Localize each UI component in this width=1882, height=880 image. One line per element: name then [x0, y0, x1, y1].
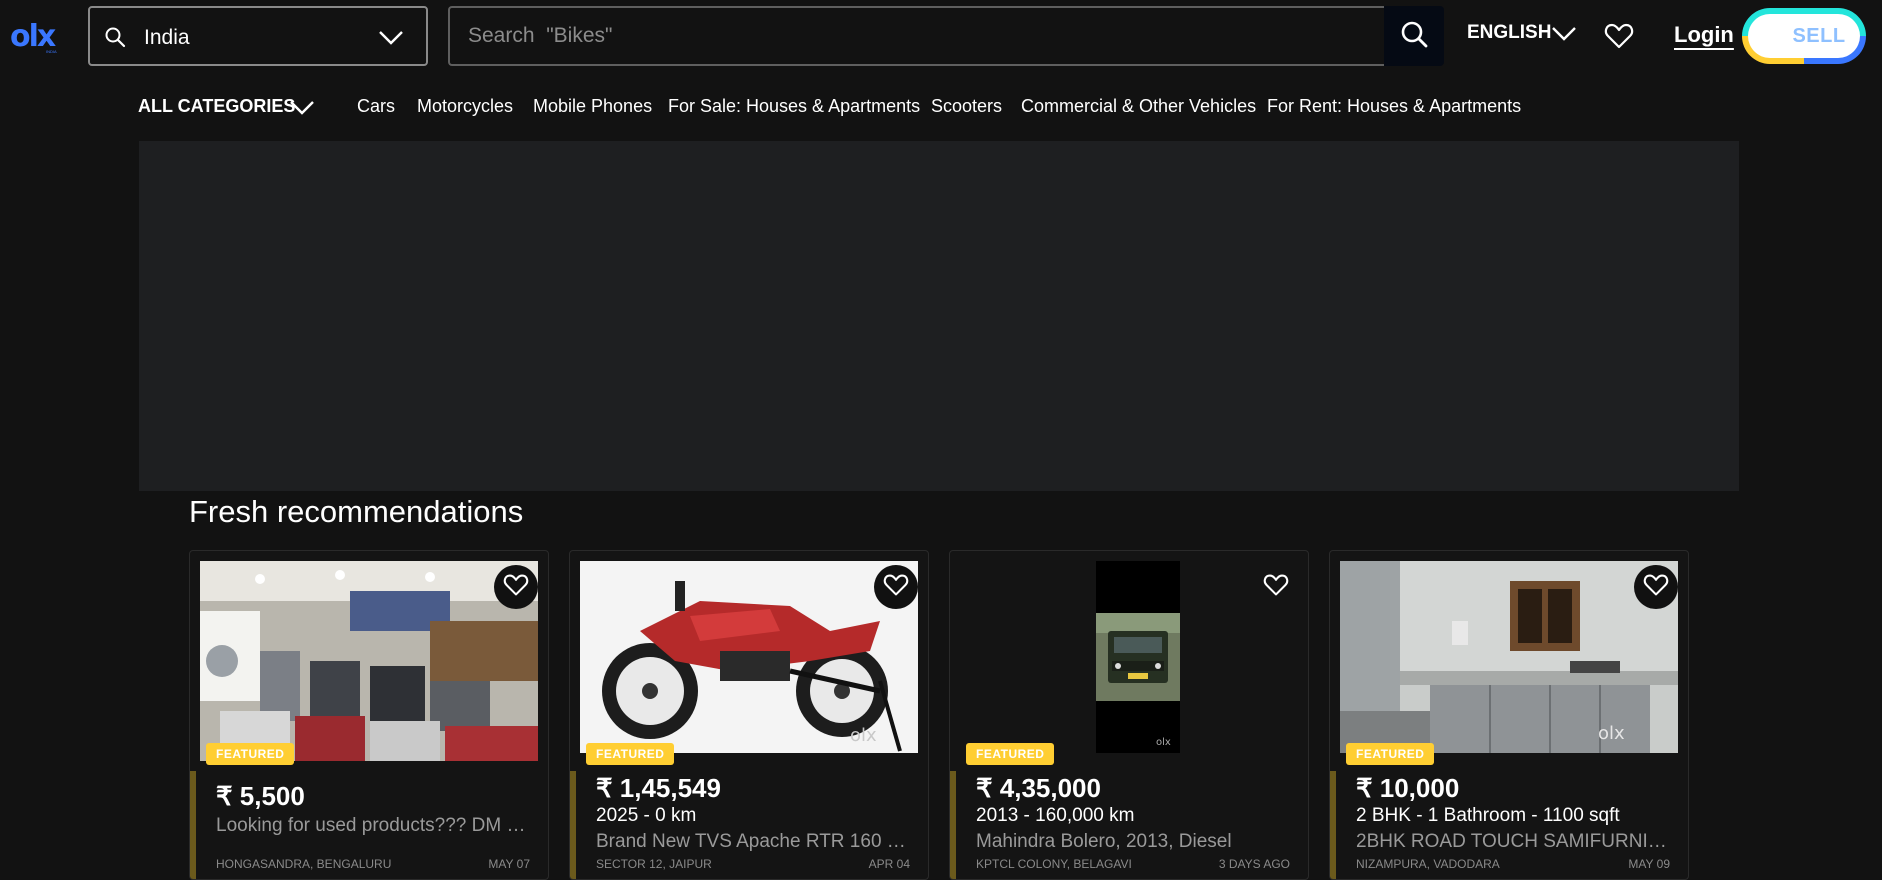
category-link-scooters[interactable]: Scooters: [931, 96, 1002, 117]
location-selector[interactable]: India: [88, 6, 428, 66]
category-link-mobile-phones[interactable]: Mobile Phones: [533, 96, 652, 117]
kitchen-icon: olx: [1340, 561, 1678, 753]
chevron-down-icon[interactable]: [1551, 26, 1577, 42]
heart-icon[interactable]: [1604, 22, 1634, 50]
category-link-motorcycles[interactable]: Motorcycles: [417, 96, 513, 117]
appliance-store-icon: [200, 561, 538, 761]
listing-price: ₹ 4,35,000: [976, 773, 1101, 803]
listing-subtitle: 2 BHK - 1 Bathroom - 1100 sqft: [1356, 805, 1620, 826]
listing-subtitle: 2025 - 0 km: [596, 805, 697, 826]
category-link-houses-sale[interactable]: For Sale: Houses & Apartments: [668, 96, 920, 117]
motorcycle-icon: olx: [580, 561, 918, 753]
listing-price: ₹ 5,500: [216, 781, 305, 811]
chevron-down-icon[interactable]: [289, 100, 315, 116]
language-selector[interactable]: ENGLISH: [1467, 22, 1551, 44]
olx-logo[interactable]: olx INDIA: [10, 22, 66, 55]
favorite-button[interactable]: [494, 565, 538, 609]
featured-badge: FEATURED: [586, 743, 675, 765]
category-link-cars[interactable]: Cars: [357, 96, 395, 117]
listing-description: Looking for used products??? DM me f...: [216, 815, 534, 836]
heart-icon: [503, 573, 529, 602]
category-link-commercial-vehicles[interactable]: Commercial & Other Vehicles: [1021, 96, 1256, 117]
listing-date: MAY 09: [1628, 857, 1670, 871]
search-button[interactable]: [1384, 6, 1444, 66]
featured-badge: FEATURED: [966, 743, 1055, 765]
logo-subtext: INDIA: [46, 49, 57, 54]
promo-banner[interactable]: [139, 141, 1739, 491]
listing-description: Mahindra Bolero, 2013, Diesel: [976, 831, 1232, 852]
search-icon: [104, 26, 126, 48]
favorite-button[interactable]: [1634, 565, 1678, 609]
top-header: olx INDIA India ENGLISH Login SELL: [0, 0, 1882, 72]
listing-card[interactable]: olx FEATURED ₹ 10,000 2 BHK - 1 Bathroom…: [1329, 550, 1689, 880]
listing-date: 3 DAYS AGO: [1218, 857, 1290, 871]
listing-price: ₹ 10,000: [1356, 773, 1460, 803]
search-input[interactable]: [468, 20, 1348, 52]
svg-text:olx: olx: [1156, 737, 1171, 748]
category-link-houses-rent[interactable]: For Rent: Houses & Apartments: [1267, 96, 1521, 117]
listing-date: APR 04: [868, 857, 910, 871]
heart-icon: [883, 573, 909, 602]
section-title: Fresh recommendations: [189, 494, 524, 529]
featured-strip: [190, 771, 196, 879]
listing-description: 2BHK ROAD TOUCH SAMIFURNISED H...: [1356, 831, 1674, 852]
favorite-button[interactable]: [874, 565, 918, 609]
svg-text:olx: olx: [1598, 723, 1625, 744]
category-nav: ALL CATEGORIES Cars Motorcycles Mobile P…: [0, 86, 1882, 126]
listing-card[interactable]: olx FEATURED ₹ 4,35,000 2013 - 160,000 k…: [949, 550, 1309, 880]
location-value: India: [144, 26, 190, 49]
listing-subtitle: 2013 - 160,000 km: [976, 805, 1135, 826]
svg-text:olx: olx: [850, 725, 877, 746]
search-bar: [448, 6, 1384, 66]
sell-button-inner: SELL: [1748, 14, 1860, 58]
all-categories-toggle[interactable]: ALL CATEGORIES: [138, 96, 295, 117]
featured-strip: [570, 771, 576, 879]
featured-strip: [950, 771, 956, 879]
featured-badge: FEATURED: [1346, 743, 1435, 765]
heart-icon: [1263, 573, 1289, 602]
listing-location: HONGASANDRA, BENGALURU: [216, 857, 392, 871]
listing-card[interactable]: olx FEATURED ₹ 1,45,549 2025 - 0 km Bran…: [569, 550, 929, 880]
listing-card[interactable]: FEATURED ₹ 5,500 Looking for used produc…: [189, 550, 549, 880]
listing-date: MAY 07: [488, 857, 530, 871]
listing-location: SECTOR 12, JAIPUR: [596, 857, 712, 871]
listing-description: Brand New TVS Apache RTR 160 2025...: [596, 831, 914, 852]
listing-location: NIZAMPURA, VADODARA: [1356, 857, 1500, 871]
listing-location: KPTCL COLONY, BELAGAVI: [976, 857, 1132, 871]
suv-icon: olx: [960, 561, 1298, 753]
search-icon: [1399, 19, 1429, 54]
sell-label: SELL: [1792, 24, 1846, 47]
sell-button[interactable]: SELL: [1742, 8, 1866, 64]
featured-badge: FEATURED: [206, 743, 295, 765]
login-link[interactable]: Login: [1674, 22, 1734, 48]
featured-strip: [1330, 771, 1336, 879]
listing-price: ₹ 1,45,549: [596, 773, 721, 803]
favorite-button[interactable]: [1254, 565, 1298, 609]
chevron-down-icon[interactable]: [378, 30, 404, 46]
heart-icon: [1643, 573, 1669, 602]
